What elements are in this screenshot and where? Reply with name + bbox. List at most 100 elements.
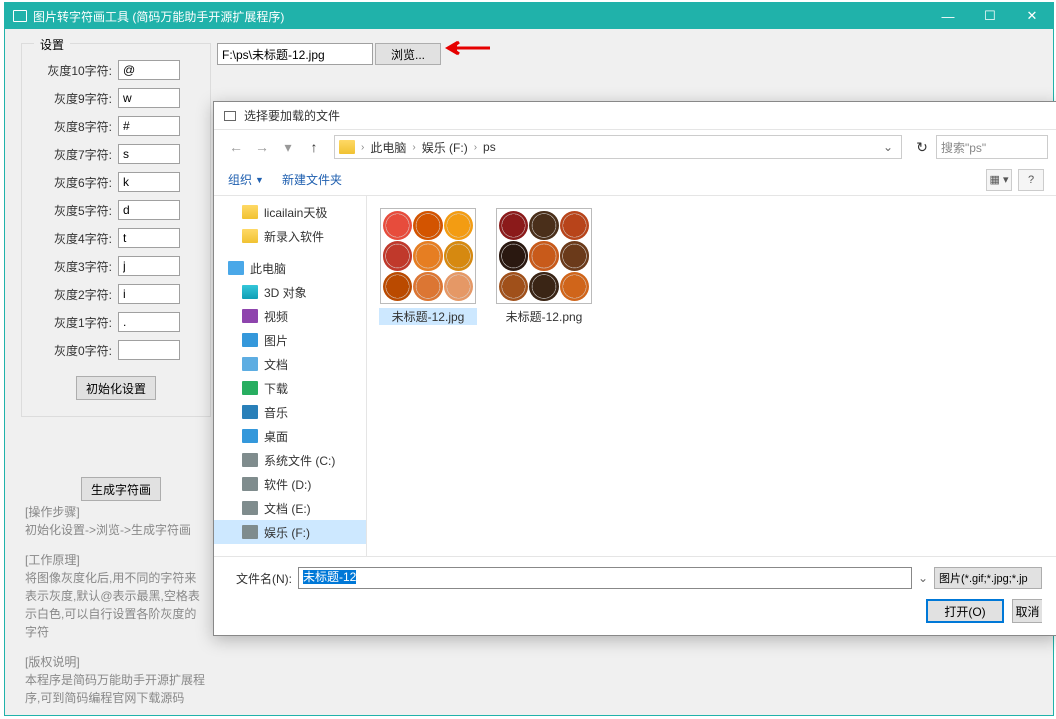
gray-input-1[interactable] [118,312,180,332]
gray-label: 灰度7字符: [36,146,112,163]
new-folder-button[interactable]: 新建文件夹 [282,171,342,188]
maximize-button[interactable]: ☐ [969,3,1011,29]
gray-label: 灰度6字符: [36,174,112,191]
tree-item[interactable]: 娱乐 (F:) [214,520,366,544]
settings-panel: 设置 灰度10字符:灰度9字符:灰度8字符:灰度7字符:灰度6字符:灰度5字符:… [21,43,211,417]
tree-item[interactable]: 文档 (E:) [214,496,366,520]
help-button[interactable]: ? [1018,169,1044,191]
filename-input[interactable]: 未标题-12 [298,567,912,589]
tree-item[interactable]: 软件 (D:) [214,472,366,496]
folder-icon [339,140,355,154]
browse-button[interactable]: 浏览... [375,43,441,65]
pc-icon [228,261,244,275]
tree-item[interactable]: 图片 [214,328,366,352]
tree-item[interactable]: 3D 对象 [214,280,366,304]
search-input[interactable]: 搜索"ps" [936,135,1048,159]
file-dialog: 选择要加载的文件 ← → ▾ ↑ › 此电脑 › 娱乐 (F:) › ps ⌄ … [213,101,1056,636]
file-thumbnail [496,208,592,304]
image-icon [242,333,258,347]
dialog-icon [224,111,236,121]
gray-input-8[interactable] [118,116,180,136]
file-list: 未标题-12.jpg 未标题-12.png [367,196,1056,556]
breadcrumb-part[interactable]: 娱乐 (F:) [418,139,472,156]
open-button[interactable]: 打开(O) [926,599,1004,623]
video-icon [242,309,258,323]
tree-item[interactable]: 桌面 [214,424,366,448]
minimize-button[interactable]: — [927,3,969,29]
gray-input-6[interactable] [118,172,180,192]
folder-icon [242,205,258,219]
gray-label: 灰度1字符: [36,314,112,331]
gray-label: 灰度2字符: [36,286,112,303]
breadcrumb-part[interactable]: 此电脑 [366,139,410,156]
title-bar: 图片转字符画工具 (简码万能助手开源扩展程序) — ☐ ✕ [5,3,1053,29]
file-item[interactable]: 未标题-12.jpg [379,208,477,325]
nav-back-button[interactable]: ← [224,135,248,159]
path-input[interactable] [217,43,373,65]
filter-dropdown[interactable]: 图片(*.gif;*.jpg;*.jp [934,567,1042,589]
drive-icon [242,525,258,539]
music-icon [242,405,258,419]
file-name: 未标题-12.jpg [379,308,477,325]
nav-recent-button[interactable]: ▾ [276,135,300,159]
organize-menu[interactable]: 组织▼ [228,171,264,188]
filename-label: 文件名(N): [230,570,292,587]
view-mode-button[interactable]: ▦ ▾ [986,169,1012,191]
doc-icon [242,357,258,371]
gray-input-10[interactable] [118,60,180,80]
close-button[interactable]: ✕ [1011,3,1053,29]
desktop-icon [242,429,258,443]
gray-input-9[interactable] [118,88,180,108]
gray-input-4[interactable] [118,228,180,248]
annotation-arrow-icon [445,37,490,59]
breadcrumb-dropdown[interactable]: ⌄ [879,140,897,154]
breadcrumb-part[interactable]: ps [479,140,500,154]
app-icon [13,10,27,22]
gray-input-5[interactable] [118,200,180,220]
gray-input-7[interactable] [118,144,180,164]
help-steps: [操作步骤] 初始化设置->浏览->生成字符画 [25,503,205,539]
tree-item[interactable]: 此电脑 [214,256,366,280]
generate-button[interactable]: 生成字符画 [81,477,161,501]
drive-icon [242,453,258,467]
gray-label: 灰度4字符: [36,230,112,247]
cancel-button[interactable]: 取消 [1012,599,1042,623]
main-window: 图片转字符画工具 (简码万能助手开源扩展程序) — ☐ ✕ 浏览... 设置 灰… [4,2,1054,716]
dialog-title: 选择要加载的文件 [244,107,340,124]
drive-icon [242,501,258,515]
gray-label: 灰度9字符: [36,90,112,107]
file-name: 未标题-12.png [495,308,593,325]
folder-tree: licailain天极新录入软件此电脑3D 对象视频图片文档下载音乐桌面系统文件… [214,196,367,556]
gray-input-3[interactable] [118,256,180,276]
tree-item[interactable]: 视频 [214,304,366,328]
gray-label: 灰度0字符: [36,342,112,359]
tree-item[interactable]: 音乐 [214,400,366,424]
refresh-button[interactable]: ↻ [910,135,934,159]
tree-item[interactable]: 系统文件 (C:) [214,448,366,472]
drive-icon [242,477,258,491]
tree-item[interactable]: licailain天极 [214,200,366,224]
settings-title: 设置 [34,36,70,53]
gray-label: 灰度5字符: [36,202,112,219]
nav-up-button[interactable]: ↑ [302,135,326,159]
gray-label: 灰度10字符: [36,62,112,79]
gray-input-0[interactable] [118,340,180,360]
nav-forward-button[interactable]: → [250,135,274,159]
help-principle: [工作原理] 将图像灰度化后,用不同的字符来表示灰度,默认@表示最黑,空格表示白… [25,551,205,641]
folder-icon [242,229,258,243]
tree-item[interactable]: 下载 [214,376,366,400]
tree-item[interactable]: 文档 [214,352,366,376]
gray-input-2[interactable] [118,284,180,304]
gray-label: 灰度3字符: [36,258,112,275]
file-thumbnail [380,208,476,304]
3d-icon [242,285,258,299]
init-button[interactable]: 初始化设置 [76,376,156,400]
help-copyright: [版权说明] 本程序是简码万能助手开源扩展程序,可到简码编程官网下载源码 [25,653,205,707]
gray-label: 灰度8字符: [36,118,112,135]
tree-item[interactable]: 新录入软件 [214,224,366,248]
help-text: [操作步骤] 初始化设置->浏览->生成字符画 [工作原理] 将图像灰度化后,用… [25,503,205,719]
app-title: 图片转字符画工具 (简码万能助手开源扩展程序) [33,8,284,25]
file-item[interactable]: 未标题-12.png [495,208,593,325]
download-icon [242,381,258,395]
breadcrumb[interactable]: › 此电脑 › 娱乐 (F:) › ps ⌄ [334,135,902,159]
